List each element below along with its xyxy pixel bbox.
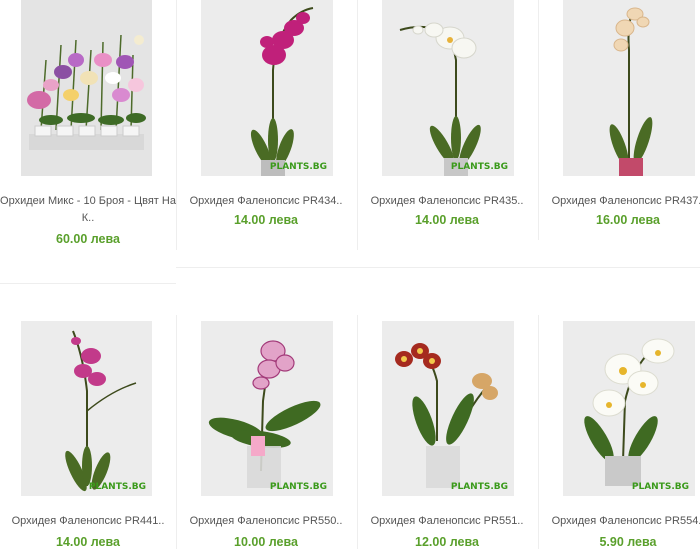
product-image[interactable]: PLANTS.BG (382, 0, 514, 176)
row-divider (0, 283, 176, 284)
watermark: PLANTS.BG (450, 482, 508, 492)
product-card[interactable]: Орхидеи Микс - 10 Броя - Цвят На К.. 60.… (0, 0, 176, 260)
product-name[interactable]: Орхидея Фаленопсис PR554.. (540, 513, 700, 529)
product-name[interactable]: Орхидея Фаленопсис PR551.. (359, 513, 535, 529)
watermark: PLANTS.BG (269, 482, 327, 492)
product-name[interactable]: Орхидея Фаленопсис PR441.. (0, 513, 176, 529)
product-name[interactable]: Орхидея Фаленопсис PR437.. (540, 193, 700, 209)
product-price: 12.00 лева (415, 535, 479, 549)
column-divider (538, 315, 539, 549)
product-price: 14.00 лева (415, 213, 479, 227)
product-price: 14.00 лева (56, 535, 120, 549)
product-price: 16.00 лева (596, 213, 660, 227)
product-image[interactable]: PLANTS.BG (382, 321, 514, 496)
product-price: 14.00 лева (234, 213, 298, 227)
product-card[interactable]: PLANTS.BG Орхидея Фаленопсис PR435.. 14.… (359, 0, 535, 240)
watermark: PLANTS.BG (88, 482, 146, 492)
product-name[interactable]: Орхидея Фаленопсис PR434.. (178, 193, 354, 209)
product-name[interactable]: Орхидея Фаленопсис PR550.. (178, 513, 354, 529)
column-divider (176, 0, 177, 250)
column-divider (176, 315, 177, 549)
product-card[interactable]: PLANTS.BG Орхидея Фаленопсис PR554.. 5.9… (540, 321, 700, 549)
product-card[interactable]: PLANTS.BG Орхидея Фаленопсис PR434.. 14.… (178, 0, 354, 240)
product-price: 5.90 лева (599, 535, 657, 549)
watermark: PLANTS.BG (450, 162, 508, 172)
product-card[interactable]: Орхидея Фаленопсис PR437.. 16.00 лева (540, 0, 700, 240)
product-price: 60.00 лева (56, 232, 120, 246)
row-divider (176, 267, 700, 268)
product-price: 10.00 лева (234, 535, 298, 549)
column-divider (357, 0, 358, 250)
product-image[interactable]: PLANTS.BG (563, 321, 695, 496)
watermark: PLANTS.BG (631, 482, 689, 492)
product-name[interactable]: Орхидеи Микс - 10 Броя - Цвят На (0, 193, 176, 209)
product-image[interactable]: PLANTS.BG (21, 321, 152, 496)
product-image[interactable]: PLANTS.BG (201, 0, 333, 176)
column-divider (538, 0, 539, 240)
column-divider (357, 315, 358, 549)
product-name-overflow[interactable]: К.. (0, 210, 176, 226)
product-name[interactable]: Орхидея Фаленопсис PR435.. (359, 193, 535, 209)
product-image[interactable] (563, 0, 695, 176)
product-card[interactable]: PLANTS.BG Орхидея Фаленопсис PR551.. 12.… (359, 321, 535, 549)
watermark: PLANTS.BG (269, 162, 327, 172)
product-image[interactable] (21, 0, 152, 176)
product-card[interactable]: PLANTS.BG Орхидея Фаленопсис PR550.. 10.… (178, 321, 354, 549)
product-image[interactable]: PLANTS.BG (201, 321, 333, 496)
product-card[interactable]: PLANTS.BG Орхидея Фаленопсис PR441.. 14.… (0, 321, 176, 549)
